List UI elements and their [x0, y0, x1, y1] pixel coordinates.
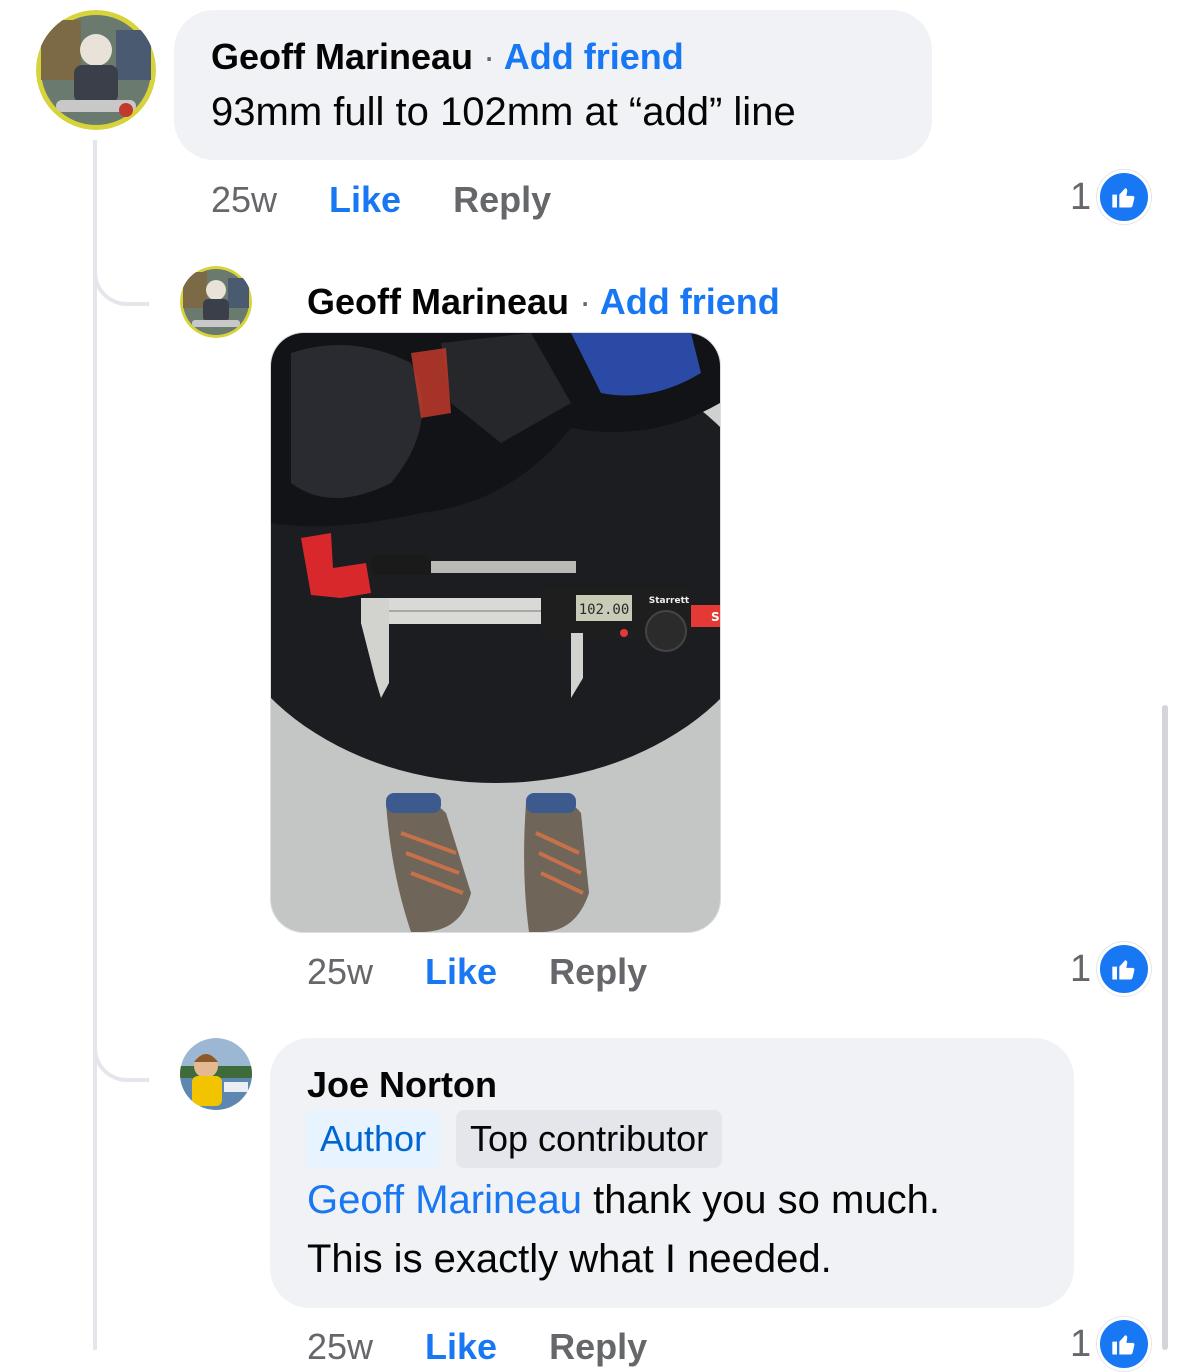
comment-bubble: Joe Norton Author Top contributor Geoff …	[270, 1038, 1074, 1308]
avatar[interactable]	[36, 10, 156, 130]
like-button[interactable]: Like	[425, 1326, 497, 1368]
comment-text-line1: Geoff Marineau thank you so much.	[307, 1171, 940, 1229]
thumbs-up-icon	[1097, 942, 1152, 996]
comment-author-line: Geoff Marineau · Add friend	[211, 36, 684, 78]
thumbs-up-icon	[1097, 1317, 1152, 1371]
comment-text-line2: This is exactly what I needed.	[307, 1237, 832, 1281]
thread-line	[93, 140, 97, 1350]
add-friend-link[interactable]: Add friend	[600, 281, 780, 322]
reaction-summary[interactable]: 1	[1070, 1317, 1152, 1371]
comment-photo[interactable]: 102.00 Starrett S	[270, 332, 721, 933]
reply-button[interactable]: Reply	[549, 1326, 647, 1368]
comment-actions: 25w Like Reply	[307, 1322, 647, 1372]
avatar-image	[180, 266, 252, 338]
reaction-summary[interactable]: 1	[1070, 942, 1152, 996]
like-button[interactable]: Like	[329, 179, 401, 221]
avatar-image	[180, 1038, 252, 1110]
reaction-summary[interactable]: 1	[1070, 170, 1152, 224]
reply-button[interactable]: Reply	[453, 179, 551, 221]
like-button[interactable]: Like	[425, 951, 497, 993]
comment-bubble: Geoff Marineau · Add friend 93mm full to…	[174, 10, 932, 160]
top-contributor-badge: Top contributor	[456, 1110, 723, 1168]
comment-text: thank you so much.	[581, 1178, 940, 1222]
comment-text: 93mm full to 102mm at “add” line	[211, 90, 796, 134]
thumbs-up-icon	[1097, 170, 1152, 224]
timestamp[interactable]: 25w	[307, 951, 373, 993]
thread-elbow	[93, 1038, 149, 1082]
timestamp[interactable]: 25w	[211, 179, 277, 221]
comment-actions: 25w Like Reply	[211, 175, 551, 225]
mention-link[interactable]: Geoff Marineau	[307, 1178, 582, 1222]
reply-button[interactable]: Reply	[549, 951, 647, 993]
scrollbar[interactable]	[1162, 705, 1168, 1350]
timestamp[interactable]: 25w	[307, 1326, 373, 1368]
add-friend-link[interactable]: Add friend	[504, 36, 684, 77]
reaction-count: 1	[1070, 1322, 1092, 1365]
author-badge: Author	[306, 1110, 441, 1168]
separator-dot: ·	[483, 36, 496, 77]
reaction-count: 1	[1070, 175, 1092, 218]
comment-actions: 25w Like Reply	[307, 947, 647, 997]
avatar-image	[36, 10, 156, 130]
thread-elbow	[93, 262, 149, 306]
author-name[interactable]: Geoff Marineau	[211, 36, 473, 77]
separator-dot: ·	[579, 281, 592, 322]
photo-tag-text: S	[711, 610, 720, 624]
author-name[interactable]: Geoff Marineau	[307, 281, 569, 322]
caliper-readout: 102.00	[579, 602, 630, 618]
avatar[interactable]	[180, 266, 252, 338]
author-name[interactable]: Joe Norton	[307, 1064, 497, 1106]
caliper-photo: 102.00 Starrett S	[271, 333, 720, 932]
caliper-brand: Starrett	[649, 596, 690, 606]
reaction-count: 1	[1070, 947, 1092, 990]
avatar[interactable]	[180, 1038, 252, 1110]
comment-author-line: Geoff Marineau · Add friend	[307, 281, 780, 323]
